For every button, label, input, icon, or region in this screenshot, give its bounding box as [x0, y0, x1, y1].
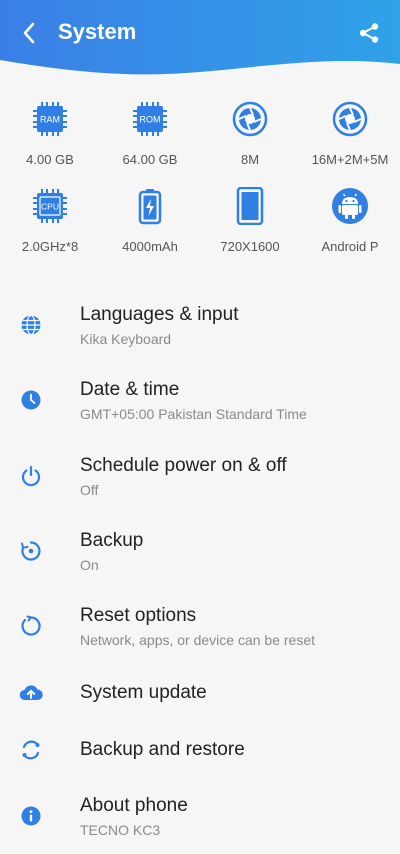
- spec-ram-label: 4.00 GB: [26, 152, 74, 167]
- svg-text:CPU: CPU: [41, 202, 59, 212]
- spec-rom: ROM 64.00 GB: [100, 100, 200, 167]
- spec-screen: 720X1600: [200, 187, 300, 254]
- share-button[interactable]: [354, 18, 384, 48]
- screen-icon: [231, 187, 269, 225]
- back-arrow-icon: [23, 22, 35, 44]
- list-item-title: Backup: [80, 529, 144, 551]
- front-camera-icon: [231, 100, 269, 138]
- list-item-date-time[interactable]: Date & time GMT+05:00 Pakistan Standard …: [0, 362, 400, 438]
- spec-front-camera: 8M: [200, 100, 300, 167]
- list-item-subtitle: On: [80, 556, 99, 573]
- spec-android: Android P: [300, 187, 400, 254]
- spec-cpu-label: 2.0GHz*8: [21, 239, 79, 254]
- sync-icon: [19, 738, 43, 762]
- spec-battery-label: 4000mAh: [122, 239, 178, 254]
- ram-chip-icon: RAM: [31, 100, 69, 138]
- list-item-title: Languages & input: [80, 303, 239, 325]
- list-item-backup[interactable]: Backup On: [0, 514, 400, 588]
- android-icon: [331, 187, 369, 225]
- list-item-about-phone[interactable]: About phone TECNO KC3: [0, 778, 400, 854]
- list-item-backup-restore[interactable]: Backup and restore: [0, 722, 400, 778]
- spec-cpu: CPU 2.0GHz*8: [0, 187, 100, 254]
- spec-battery: 4000mAh: [100, 187, 200, 254]
- list-item-title: System update: [80, 682, 207, 703]
- cloud-upload-icon: [19, 681, 43, 705]
- spec-rom-label: 64.00 GB: [122, 152, 178, 167]
- backup-icon: [19, 539, 43, 563]
- spec-grid: RAM 4.00 GB ROM 64.00 GB 8M 16M+2M+5M CP…: [0, 100, 400, 254]
- spec-front-camera-label: 8M: [240, 152, 260, 167]
- battery-icon: [131, 187, 169, 225]
- list-item-title: About phone: [80, 794, 188, 816]
- spec-rear-camera: 16M+2M+5M: [300, 100, 400, 167]
- list-item-schedule-power[interactable]: Schedule power on & off Off: [0, 438, 400, 514]
- share-icon: [359, 23, 379, 43]
- list-item-subtitle: Kika Keyboard: [80, 330, 172, 347]
- clock-icon: [19, 388, 43, 412]
- back-button[interactable]: [14, 18, 44, 48]
- info-icon: [19, 804, 43, 828]
- list-item-title: Date & time: [80, 378, 180, 400]
- svg-text:ROM: ROM: [140, 115, 161, 125]
- power-icon: [19, 464, 43, 488]
- app-header: System: [0, 0, 400, 80]
- list-item-subtitle: TECNO KC3: [80, 821, 161, 838]
- settings-list: Languages & input Kika Keyboard Date & t…: [0, 288, 400, 854]
- rom-chip-icon: ROM: [131, 100, 169, 138]
- globe-icon: [19, 313, 43, 337]
- reset-icon: [19, 614, 43, 638]
- list-item-subtitle: GMT+05:00 Pakistan Standard Time: [80, 405, 307, 422]
- cpu-chip-icon: CPU: [31, 187, 69, 225]
- list-item-subtitle: Off: [80, 481, 99, 498]
- page-title: System: [58, 19, 137, 44]
- list-item-title: Reset options: [80, 604, 197, 626]
- list-item-subtitle: Network, apps, or device can be reset: [80, 631, 316, 648]
- spec-rear-camera-label: 16M+2M+5M: [311, 152, 389, 167]
- svg-text:RAM: RAM: [40, 115, 60, 125]
- rear-camera-icon: [331, 100, 369, 138]
- spec-ram: RAM 4.00 GB: [0, 100, 100, 167]
- list-item-title: Schedule power on & off: [80, 454, 287, 476]
- spec-android-label: Android P: [321, 239, 379, 254]
- list-item-languages[interactable]: Languages & input Kika Keyboard: [0, 288, 400, 362]
- spec-screen-label: 720X1600: [220, 239, 280, 254]
- list-item-title: Backup and restore: [80, 739, 245, 760]
- list-item-reset-options[interactable]: Reset options Network, apps, or device c…: [0, 588, 400, 664]
- list-item-system-update[interactable]: System update: [0, 664, 400, 722]
